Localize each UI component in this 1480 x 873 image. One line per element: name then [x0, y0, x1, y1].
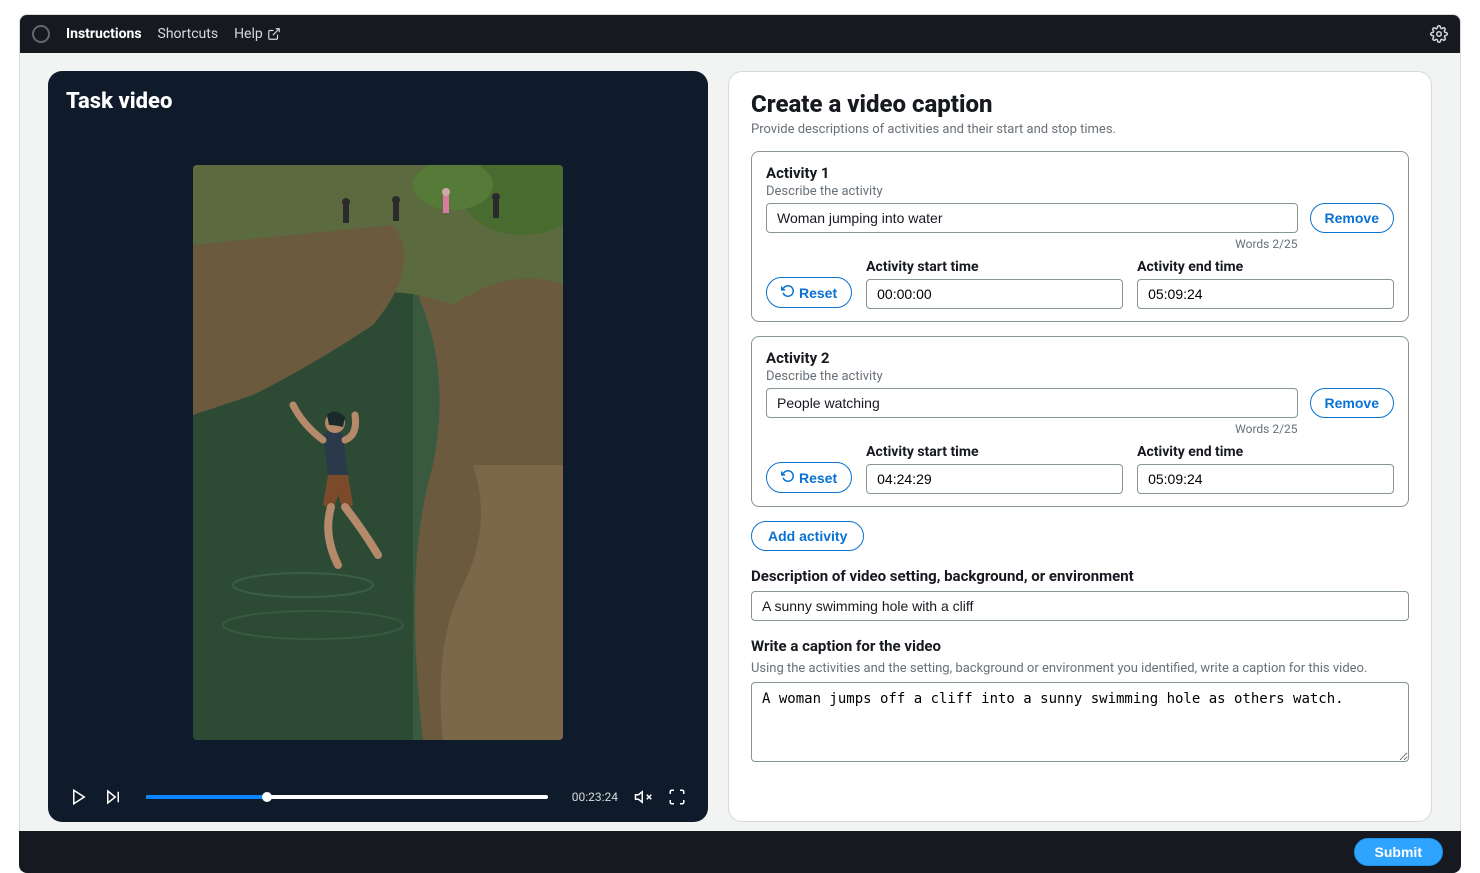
- activity-description-input[interactable]: [766, 388, 1298, 418]
- caption-textarea[interactable]: [751, 682, 1409, 762]
- time-label: 00:23:24: [572, 790, 618, 804]
- activity-card: Activity 2 Describe the activity Words 2…: [751, 336, 1409, 507]
- end-time-label: Activity end time: [1137, 259, 1394, 275]
- remove-activity-button[interactable]: Remove: [1310, 388, 1394, 418]
- describe-label: Describe the activity: [766, 369, 1394, 384]
- video-area: [66, 126, 690, 778]
- external-link-icon: [267, 27, 281, 41]
- word-count: Words 2/25: [766, 422, 1298, 436]
- play-icon[interactable]: [70, 788, 88, 806]
- start-time-input[interactable]: [866, 464, 1123, 494]
- nav-help[interactable]: Help: [234, 26, 281, 42]
- activity-heading: Activity 2: [766, 349, 1394, 367]
- progress-thumb[interactable]: [262, 792, 272, 802]
- video-title: Task video: [66, 89, 690, 114]
- progress-fill: [146, 795, 267, 799]
- skip-forward-icon[interactable]: [104, 788, 122, 806]
- top-bar: Instructions Shortcuts Help: [20, 15, 1460, 53]
- undo-icon: [781, 284, 795, 298]
- add-activity-button[interactable]: Add activity: [751, 521, 864, 551]
- activity-description-input[interactable]: [766, 203, 1298, 233]
- end-time-input[interactable]: [1137, 279, 1394, 309]
- reset-time-button[interactable]: Reset: [766, 462, 852, 493]
- fullscreen-icon[interactable]: [668, 788, 686, 806]
- form-title: Create a video caption: [751, 90, 1409, 118]
- end-time-label: Activity end time: [1137, 444, 1394, 460]
- video-frame[interactable]: [193, 165, 563, 740]
- reset-time-button[interactable]: Reset: [766, 277, 852, 308]
- start-time-label: Activity start time: [866, 259, 1123, 275]
- settings-icon[interactable]: [1430, 25, 1448, 43]
- video-panel: Task video: [48, 71, 708, 822]
- nav-instructions[interactable]: Instructions: [66, 26, 142, 42]
- video-progress[interactable]: [146, 795, 548, 799]
- end-time-input[interactable]: [1137, 464, 1394, 494]
- start-time-input[interactable]: [866, 279, 1123, 309]
- nav-shortcuts[interactable]: Shortcuts: [158, 26, 219, 42]
- undo-icon: [781, 469, 795, 483]
- video-controls: 00:23:24: [66, 778, 690, 810]
- nav-help-label: Help: [234, 26, 263, 42]
- submit-button[interactable]: Submit: [1354, 838, 1443, 866]
- brand-logo: [32, 25, 50, 43]
- caption-help: Using the activities and the setting, ba…: [751, 661, 1409, 676]
- bottom-bar: Submit: [19, 831, 1461, 873]
- start-time-label: Activity start time: [866, 444, 1123, 460]
- form-subtitle: Provide descriptions of activities and t…: [751, 122, 1409, 137]
- remove-activity-button[interactable]: Remove: [1310, 203, 1394, 233]
- activity-heading: Activity 1: [766, 164, 1394, 182]
- setting-label: Description of video setting, background…: [751, 567, 1409, 585]
- setting-input[interactable]: [751, 591, 1409, 621]
- word-count: Words 2/25: [766, 237, 1298, 251]
- caption-label: Write a caption for the video: [751, 637, 1409, 655]
- describe-label: Describe the activity: [766, 184, 1394, 199]
- volume-icon[interactable]: [634, 788, 652, 806]
- form-panel: Create a video caption Provide descripti…: [728, 71, 1432, 822]
- activity-card: Activity 1 Describe the activity Words 2…: [751, 151, 1409, 322]
